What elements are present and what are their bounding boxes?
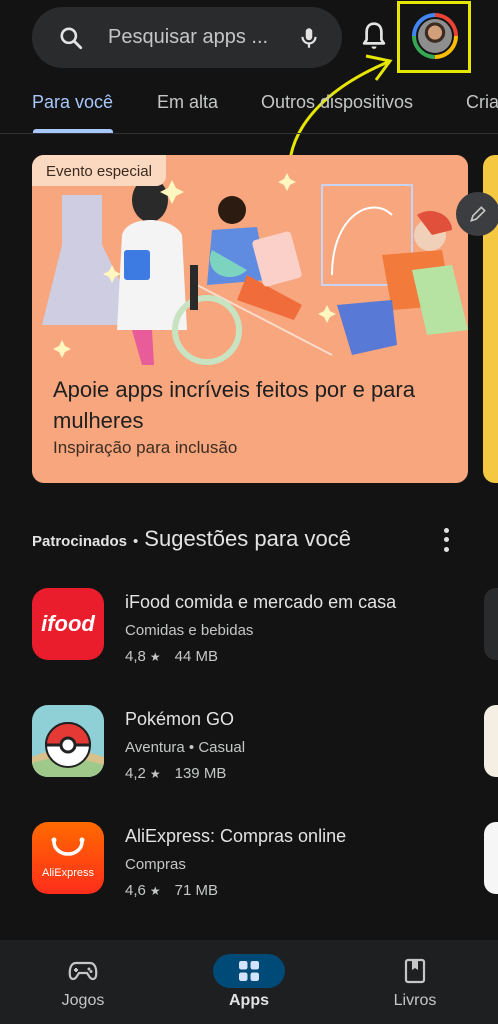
banner-subtitle: Inspiração para inclusão — [53, 438, 238, 457]
featured-event-banner[interactable]: Evento especial Apoie apps incríveis fei… — [32, 155, 468, 483]
sponsored-label: Patrocinados — [32, 533, 128, 550]
app-rating: 4,6 — [125, 882, 146, 899]
app-size: 139 MB — [174, 765, 227, 782]
avatar[interactable] — [412, 13, 458, 59]
search-input[interactable]: Pesquisar apps ... — [108, 26, 284, 49]
event-chip: Evento especial — [32, 155, 166, 186]
category-tabs: Para você Em alta Outros dispositivos Cr… — [0, 88, 498, 134]
banner-illustration — [32, 155, 468, 375]
aliexpress-logo-text: AliExpress — [42, 867, 94, 879]
app-meta: 4,8 ★ 44 MB — [125, 648, 218, 665]
book-icon — [404, 958, 426, 984]
app-name: AliExpress: Compras online — [125, 826, 347, 846]
nav-label: Livros — [393, 992, 437, 1009]
nav-jogos[interactable]: Jogos — [28, 940, 138, 1024]
ifood-logo-text: ifood — [41, 611, 95, 636]
list-item-pokemon-go[interactable]: Pokémon GO Aventura • Casual 4,2 ★ 139 MB — [32, 705, 462, 782]
profile-photo — [416, 17, 454, 55]
more-options-icon[interactable] — [436, 526, 456, 554]
tab-em-alta[interactable]: Em alta — [157, 92, 218, 113]
nav-livros[interactable]: Livros — [360, 940, 470, 1024]
app-name: iFood comida e mercado em casa — [125, 592, 397, 612]
next-card-edge[interactable] — [484, 822, 498, 894]
search-icon — [60, 26, 83, 49]
app-category: Comidas e bebidas — [125, 622, 254, 639]
app-rating: 4,8 — [125, 648, 146, 665]
app-meta: 4,6 ★ 71 MB — [125, 882, 218, 899]
ifood-icon: ifood — [32, 588, 104, 660]
app-category: Compras — [125, 856, 186, 873]
next-card-edge[interactable] — [484, 705, 498, 777]
gamepad-icon — [68, 961, 98, 981]
search-bar[interactable]: Pesquisar apps ... — [32, 7, 342, 68]
list-item-aliexpress[interactable]: AliExpress AliExpress: Compras online Co… — [32, 822, 462, 899]
tab-para-voce[interactable]: Para você — [32, 92, 113, 113]
microphone-icon[interactable] — [296, 25, 322, 51]
star-icon: ★ — [149, 766, 161, 781]
notifications-bell-icon[interactable] — [359, 20, 389, 52]
next-card-edge[interactable] — [484, 588, 498, 660]
app-name: Pokémon GO — [125, 709, 235, 729]
separator-dot: • — [133, 533, 139, 550]
app-rating: 4,2 — [125, 765, 146, 782]
aliexpress-icon: AliExpress — [32, 822, 104, 894]
banner-title: Apoie apps incríveis feitos por e para m… — [53, 377, 415, 433]
nav-apps[interactable]: Apps — [194, 940, 304, 1024]
apps-grid-icon — [239, 961, 259, 981]
section-header: Patrocinados • Sugestões para você — [32, 526, 351, 556]
pokemon-go-icon — [32, 705, 104, 777]
tabs-divider — [0, 133, 498, 134]
list-item-ifood[interactable]: ifood iFood comida e mercado em casa Com… — [32, 588, 462, 665]
tab-outros-dispositivos[interactable]: Outros dispositivos — [261, 92, 413, 113]
star-icon: ★ — [149, 883, 161, 898]
star-icon: ★ — [149, 649, 161, 664]
app-size: 71 MB — [174, 882, 218, 899]
nav-label: Jogos — [61, 992, 105, 1009]
bottom-navigation: Jogos Apps Livros — [0, 940, 498, 1024]
app-category: Aventura • Casual — [125, 739, 246, 756]
app-meta: 4,2 ★ 139 MB — [125, 765, 226, 782]
tab-criancas[interactable]: Cria — [466, 92, 498, 113]
pencil-icon[interactable] — [456, 192, 498, 236]
account-avatar-highlight[interactable] — [397, 1, 471, 73]
section-title: Sugestões para você — [144, 526, 351, 551]
nav-label: Apps — [229, 992, 269, 1009]
app-size: 44 MB — [174, 648, 218, 665]
